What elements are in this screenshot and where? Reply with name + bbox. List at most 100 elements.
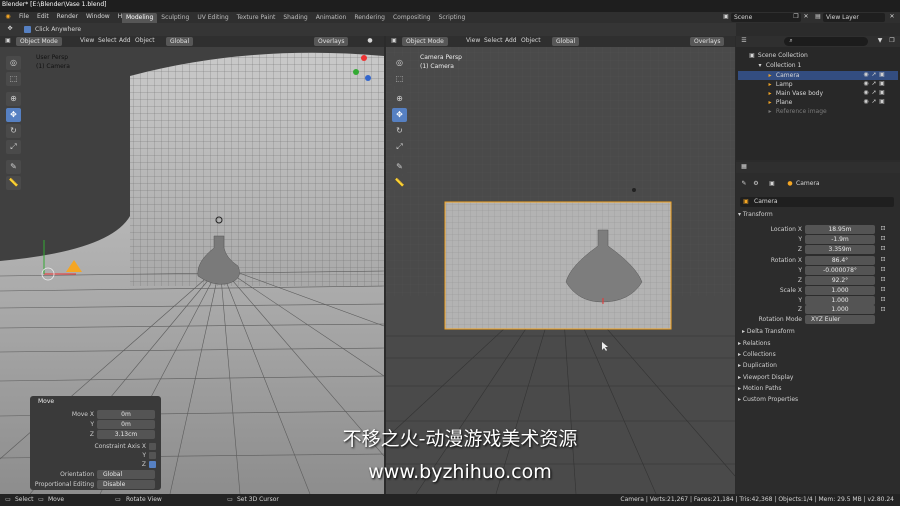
scale-x-field[interactable]: 1.000	[805, 286, 875, 295]
tab-scripting[interactable]: Scripting	[435, 13, 470, 23]
lock-scale-y-icon[interactable]: ⊡	[879, 296, 887, 304]
right-viewport[interactable]: ▣ Object Mode View Select Add Object Glo…	[386, 36, 735, 494]
plane-visibility-icon[interactable]: ◉	[862, 98, 870, 106]
object-name-field[interactable]: ▣ Camera	[740, 197, 894, 207]
outliner-type-icon[interactable]: ☰	[740, 37, 748, 45]
rotation-y-field[interactable]: -0.000078°	[805, 266, 875, 275]
right-scale-tool[interactable]: ⤢	[392, 140, 407, 154]
right-box-select-tool[interactable]: ⬚	[392, 72, 407, 86]
constraint-z-checkbox[interactable]	[149, 461, 156, 468]
lamp-select-icon[interactable]: ➚	[870, 80, 878, 88]
left-menu-object[interactable]: Object	[131, 36, 159, 46]
tab-modeling[interactable]: Modeling	[122, 13, 158, 23]
constraint-x-checkbox[interactable]	[149, 443, 156, 450]
menu-file[interactable]: File	[15, 12, 33, 22]
left-overlays-button[interactable]: Overlays	[314, 37, 349, 46]
camera-render-icon[interactable]: ▣	[878, 71, 886, 79]
outliner-collection-1[interactable]: ▾ Collection 1	[738, 61, 898, 70]
tool-tab-icon[interactable]: ✎	[740, 180, 748, 188]
right-menu-object[interactable]: Object	[517, 36, 545, 46]
outliner-new-collection-icon[interactable]: ❐	[888, 37, 896, 45]
right-move-tool[interactable]: ✥	[392, 108, 407, 122]
outliner-search-input[interactable]	[784, 37, 868, 46]
right-rotate-tool[interactable]: ↻	[392, 124, 407, 138]
left-mode-dropdown[interactable]: Object Mode	[16, 37, 62, 46]
outliner-scene-collection[interactable]: ▣ Scene Collection	[738, 51, 898, 60]
tab-uv-editing[interactable]: UV Editing	[193, 13, 232, 23]
right-transform-orientation[interactable]: Global	[552, 37, 580, 46]
vase-select-icon[interactable]: ➚	[870, 89, 878, 97]
properties-type-icon[interactable]: ▦	[740, 163, 748, 171]
object-tab-icon[interactable]: ▣	[768, 180, 776, 188]
location-z-field[interactable]: 3.359m	[805, 245, 875, 254]
rotate-tool[interactable]: ↻	[6, 124, 21, 138]
tab-sculpting[interactable]: Sculpting	[157, 13, 193, 23]
right-overlays-button[interactable]: Overlays	[690, 37, 725, 46]
lock-scale-z-icon[interactable]: ⊡	[879, 306, 887, 314]
camera-visibility-icon[interactable]: ◉	[862, 71, 870, 79]
move-y-field[interactable]: 0m	[97, 420, 155, 429]
tweak-tool[interactable]: ◎	[6, 56, 21, 70]
move-tool[interactable]: ✥	[6, 108, 21, 122]
rotation-mode-dropdown[interactable]: XYZ Euler	[805, 315, 875, 324]
tab-rendering[interactable]: Rendering	[350, 13, 389, 23]
tab-shading[interactable]: Shading	[279, 13, 311, 23]
view-layer-selector[interactable]: View Layer	[823, 13, 885, 22]
right-annotate-tool[interactable]: ✎	[392, 160, 407, 174]
vase-render-icon[interactable]: ▣	[878, 89, 886, 97]
add-scene-icon[interactable]: ❐	[792, 13, 800, 21]
plane-select-icon[interactable]: ➚	[870, 98, 878, 106]
scale-tool[interactable]: ⤢	[6, 140, 21, 154]
cursor-tool[interactable]: ⊕	[6, 92, 21, 106]
lamp-visibility-icon[interactable]: ◉	[862, 80, 870, 88]
delta-transform-panel[interactable]: ▸ Delta Transform	[742, 327, 795, 337]
expand-icon[interactable]: ▾	[756, 62, 764, 70]
left-transform-orientation[interactable]: Global	[166, 37, 194, 46]
viewport-display-panel[interactable]: ▸ Viewport Display	[738, 373, 793, 383]
editor-type-icon[interactable]: ▣	[4, 37, 12, 45]
menu-render[interactable]: Render	[53, 12, 82, 22]
duplication-panel[interactable]: ▸ Duplication	[738, 361, 777, 371]
lock-loc-x-icon[interactable]: ⊡	[879, 225, 887, 233]
move-x-field[interactable]: 0m	[97, 410, 155, 419]
box-select-tool[interactable]: ⬚	[6, 72, 21, 86]
lock-loc-z-icon[interactable]: ⊡	[879, 245, 887, 253]
left-shading-icon[interactable]: ●	[366, 37, 374, 45]
outliner-item-reference-image[interactable]: ▸ Reference image	[738, 107, 898, 116]
menu-edit[interactable]: Edit	[33, 12, 53, 22]
tab-texture-paint[interactable]: Texture Paint	[233, 13, 280, 23]
orientation-dropdown[interactable]: Global	[97, 470, 155, 479]
location-x-field[interactable]: 18.95m	[805, 225, 875, 234]
menu-window[interactable]: Window	[82, 12, 114, 22]
right-mode-dropdown[interactable]: Object Mode	[402, 37, 448, 46]
location-y-field[interactable]: -1.9m	[805, 235, 875, 244]
annotate-tool[interactable]: ✎	[6, 160, 21, 174]
lock-rot-y-icon[interactable]: ⊡	[879, 266, 887, 274]
plane-render-icon[interactable]: ▣	[878, 98, 886, 106]
rotation-z-field[interactable]: 92.2°	[805, 276, 875, 285]
constraint-y-checkbox[interactable]	[149, 452, 156, 459]
motion-paths-panel[interactable]: ▸ Motion Paths	[738, 384, 781, 394]
collections-panel[interactable]: ▸ Collections	[738, 350, 776, 360]
transform-panel-header[interactable]: ▾ Transform	[738, 210, 773, 220]
camera-select-icon[interactable]: ➚	[870, 71, 878, 79]
lock-loc-y-icon[interactable]: ⊡	[879, 235, 887, 243]
rotation-x-field[interactable]: 86.4°	[805, 256, 875, 265]
close-scene-icon[interactable]: ✕	[802, 13, 810, 21]
render-tab-icon[interactable]: ⚙	[752, 180, 760, 188]
measure-tool[interactable]: 📏	[6, 176, 21, 190]
move-z-field[interactable]: 3.13cm	[97, 430, 155, 439]
lock-scale-x-icon[interactable]: ⊡	[879, 286, 887, 294]
lamp-render-icon[interactable]: ▣	[878, 80, 886, 88]
close-view-layer-icon[interactable]: ✕	[888, 13, 896, 21]
scene-selector[interactable]: Scene	[731, 13, 801, 22]
relations-panel[interactable]: ▸ Relations	[738, 339, 770, 349]
proportional-editing-dropdown[interactable]: Disable	[97, 480, 155, 489]
vase-visibility-icon[interactable]: ◉	[862, 89, 870, 97]
lock-rot-x-icon[interactable]: ⊡	[879, 256, 887, 264]
custom-properties-panel[interactable]: ▸ Custom Properties	[738, 395, 798, 405]
click-anywhere-checkbox[interactable]	[24, 26, 31, 33]
tab-animation[interactable]: Animation	[312, 13, 351, 23]
scale-y-field[interactable]: 1.000	[805, 296, 875, 305]
right-measure-tool[interactable]: 📏	[392, 176, 407, 190]
